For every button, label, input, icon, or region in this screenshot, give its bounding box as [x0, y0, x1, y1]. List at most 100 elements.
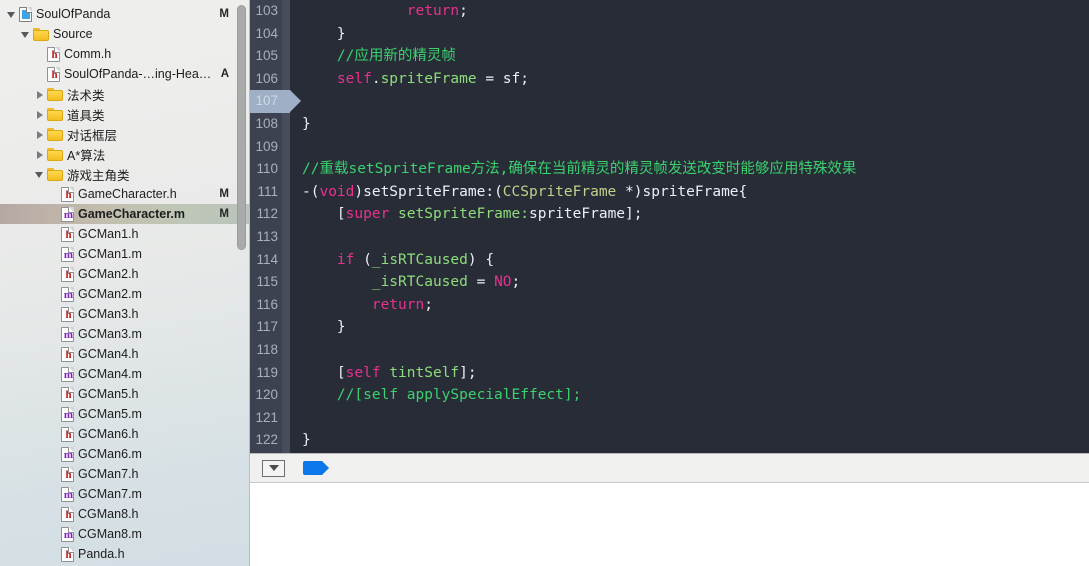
line-number[interactable]: 108	[250, 113, 290, 136]
code-line[interactable]	[302, 226, 1089, 249]
code-span: return;	[302, 3, 468, 19]
navigator-row[interactable]: h GCMan7.h	[0, 464, 249, 484]
navigator-row[interactable]: h SoulOfPanda-…ing-Header.h A	[0, 64, 249, 84]
navigator-row[interactable]: h CGMan8.h	[0, 504, 249, 524]
code-line[interactable]: [self tintSelf];	[302, 362, 1089, 385]
code-line[interactable]: }	[302, 23, 1089, 46]
navigator-row[interactable]: h GCMan4.h	[0, 344, 249, 364]
line-number[interactable]: 106	[250, 68, 290, 91]
line-number-gutter[interactable]: 103 104 105 106 107 108 109 110 111 112 113 114 115 1…	[250, 0, 301, 453]
code-line[interactable]	[302, 339, 1089, 362]
line-number[interactable]: 111	[250, 181, 290, 204]
disclosure-open-icon[interactable]	[6, 9, 17, 20]
navigator-row[interactable]: m GCMan4.m	[0, 364, 249, 384]
disclosure-closed-icon[interactable]	[34, 149, 45, 160]
disclosure-closed-icon[interactable]	[34, 109, 45, 120]
line-number[interactable]: 103	[250, 0, 290, 23]
navigator-row[interactable]: A*算法	[0, 144, 249, 164]
code-line[interactable]	[302, 407, 1089, 430]
line-number[interactable]: 109	[250, 136, 290, 159]
code-line[interactable]: [super setSpriteFrame:spriteFrame];	[302, 203, 1089, 226]
line-number[interactable]: 117	[250, 316, 290, 339]
code-text-area[interactable]: return; } //应用新的精灵帧 self.spriteFrame = s…	[290, 0, 1089, 453]
line-number[interactable]: 122	[250, 429, 290, 452]
console-output-panel[interactable]	[250, 483, 1089, 566]
disclosure-open-icon[interactable]	[20, 29, 31, 40]
line-number[interactable]: 118	[250, 339, 290, 362]
source-code-editor[interactable]: 103 104 105 106 107 108 109 110 111 112 113 114 115 1…	[250, 0, 1089, 453]
navigator-row[interactable]: 道具类	[0, 104, 249, 124]
line-number[interactable]: 110	[250, 158, 290, 181]
line-number[interactable]: 119	[250, 362, 290, 385]
code-token-mth: _isRTCaused	[371, 274, 468, 291]
navigator-row[interactable]: m GCMan2.m	[0, 284, 249, 304]
line-number[interactable]: 114	[250, 249, 290, 272]
navigator-row[interactable]: h GameCharacter.h M	[0, 184, 249, 204]
navigator-row[interactable]: 游戏主角类	[0, 164, 249, 184]
navigator-row[interactable]: h GCMan3.h	[0, 304, 249, 324]
navigator-row[interactable]: h Comm.h	[0, 44, 249, 64]
code-line[interactable]: }	[302, 316, 1089, 339]
navigator-row[interactable]: SoulOfPanda M	[0, 4, 249, 24]
navigator-row-label: CGMan8.h	[78, 507, 139, 521]
code-line[interactable]: self.spriteFrame = sf;	[302, 68, 1089, 91]
code-token-pln: ];	[625, 206, 643, 223]
code-line[interactable]: //应用新的精灵帧	[302, 45, 1089, 68]
code-line[interactable]: //[self applySpecialEffect];	[302, 384, 1089, 407]
navigator-row[interactable]: m GCMan7.m	[0, 484, 249, 504]
code-token-mth: _isRTCaused	[371, 251, 468, 268]
code-token-pln: -(	[302, 183, 320, 200]
code-span: self.spriteFrame = sf;	[302, 71, 529, 87]
project-file-tree[interactable]: SoulOfPanda M Source h Comm.h h SoulOfPanda-…i…	[0, 4, 249, 564]
navigator-row[interactable]: h GCMan2.h	[0, 264, 249, 284]
navigator-row[interactable]: m GameCharacter.m M	[0, 204, 249, 224]
line-number[interactable]: 113	[250, 226, 290, 249]
code-line[interactable]: -(void)setSpriteFrame:(CCSpriteFrame *)s…	[302, 181, 1089, 204]
code-token-pln	[302, 3, 407, 19]
breakpoint-flag-button[interactable]	[303, 461, 329, 475]
jump-bar-dropdown[interactable]	[262, 459, 285, 477]
line-number[interactable]: 112	[250, 203, 290, 226]
disclosure-closed-icon[interactable]	[34, 129, 45, 140]
code-line[interactable]: }	[302, 113, 1089, 136]
code-line[interactable]: return;	[302, 0, 1089, 23]
code-line[interactable]: if (_isRTCaused) {	[302, 249, 1089, 272]
code-line[interactable]: return;	[302, 294, 1089, 317]
line-number[interactable]: 116	[250, 294, 290, 317]
line-number[interactable]: 105	[250, 45, 290, 68]
line-number[interactable]: 115	[250, 271, 290, 294]
navigator-row[interactable]: h Panda.h	[0, 544, 249, 564]
navigator-row[interactable]: 对话框层	[0, 124, 249, 144]
navigator-row[interactable]: 法术类	[0, 84, 249, 104]
header-file-icon: h	[61, 346, 74, 362]
code-token-pln: = sf;	[476, 70, 529, 87]
navigator-row[interactable]: m GCMan6.m	[0, 444, 249, 464]
navigator-row[interactable]: m GCMan3.m	[0, 324, 249, 344]
sidebar-scrollbar[interactable]	[237, 5, 246, 250]
navigator-row-label: GCMan1.h	[78, 227, 139, 241]
line-number[interactable]: 120	[250, 384, 290, 407]
disclosure-closed-icon[interactable]	[34, 89, 45, 100]
navigator-row[interactable]: m GCMan1.m	[0, 244, 249, 264]
code-line[interactable]	[302, 136, 1089, 159]
code-token-kw: super	[345, 206, 390, 223]
navigator-row[interactable]: Source	[0, 24, 249, 44]
project-navigator[interactable]: SoulOfPanda M Source h Comm.h h SoulOfPanda-…i…	[0, 0, 250, 566]
line-number[interactable]: 121	[250, 407, 290, 430]
line-number[interactable]: 104	[250, 23, 290, 46]
navigator-row[interactable]: h GCMan6.h	[0, 424, 249, 444]
navigator-row[interactable]: h GCMan1.h	[0, 224, 249, 244]
code-line[interactable]: //重载setSpriteFrame方法,确保在当前精灵的精灵帧发送改变时能够应…	[302, 158, 1089, 181]
current-line-number[interactable]: 107	[250, 90, 301, 113]
header-file-icon: h	[61, 226, 74, 242]
navigator-row[interactable]: m CGMan8.m	[0, 524, 249, 544]
navigator-row[interactable]: h GCMan5.h	[0, 384, 249, 404]
code-line[interactable]: }	[302, 429, 1089, 452]
header-file-icon: h	[61, 186, 74, 202]
navigator-row[interactable]: m GCMan5.m	[0, 404, 249, 424]
disclosure-open-icon[interactable]	[34, 169, 45, 180]
code-line[interactable]: _isRTCaused = NO;	[302, 271, 1089, 294]
code-line[interactable]	[302, 90, 1089, 113]
